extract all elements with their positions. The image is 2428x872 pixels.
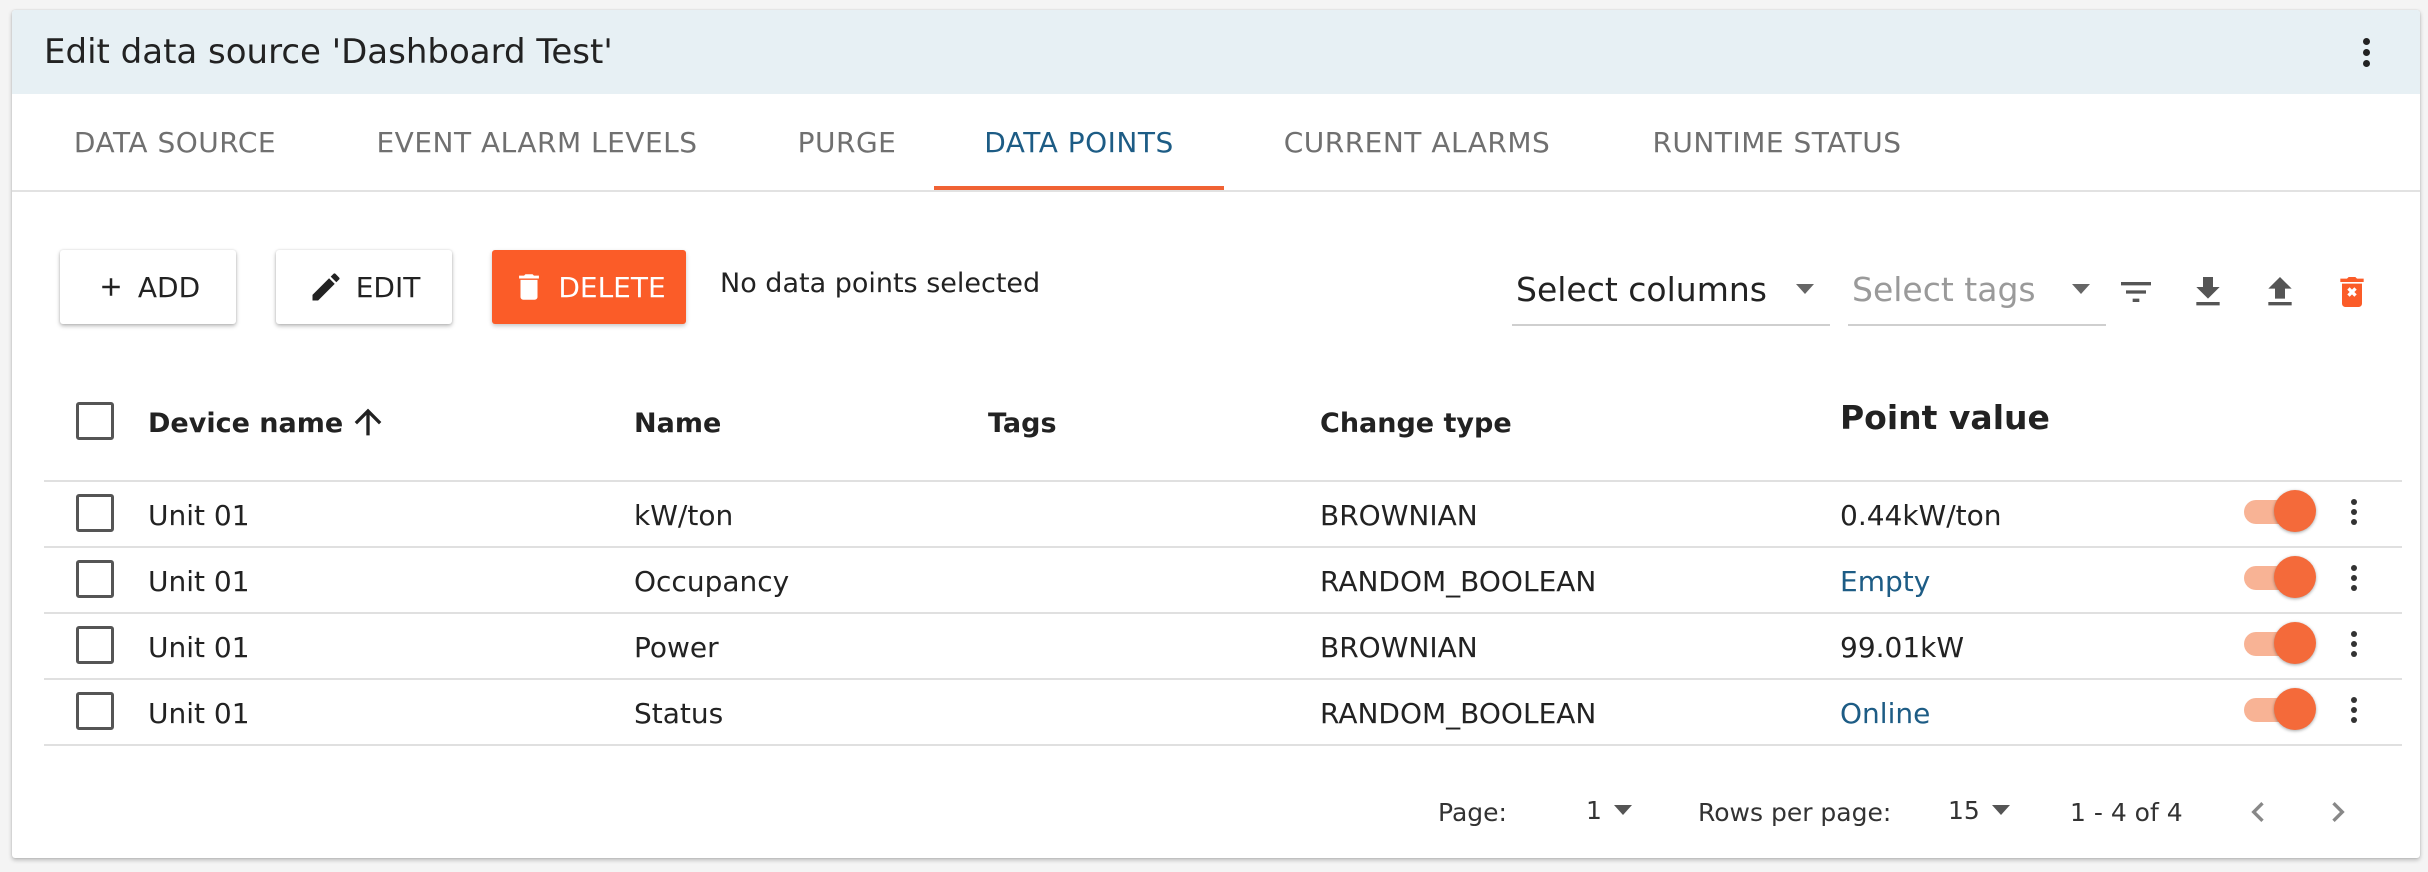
active-tab-indicator bbox=[934, 186, 1224, 190]
row-checkbox[interactable] bbox=[76, 560, 114, 598]
page-range: 1 - 4 of 4 bbox=[2070, 798, 2183, 827]
tab-purge[interactable]: PURGE bbox=[764, 94, 930, 190]
select-tags-dropdown[interactable]: Select tags bbox=[1848, 254, 2106, 326]
filter-icon[interactable] bbox=[2116, 272, 2156, 312]
enabled-toggle[interactable] bbox=[2244, 490, 2316, 532]
row-divider bbox=[44, 612, 2402, 614]
more-vert-icon[interactable] bbox=[2354, 32, 2378, 72]
row-checkbox[interactable] bbox=[76, 494, 114, 532]
cell-name: Occupancy bbox=[634, 565, 790, 598]
column-header-tags[interactable]: Tags bbox=[988, 408, 1057, 439]
rows-per-page-value: 15 bbox=[1948, 795, 1980, 825]
cell-device-name: Unit 01 bbox=[148, 631, 250, 664]
rows-per-page-select[interactable]: 15 bbox=[1948, 792, 2010, 828]
cell-point-value: Empty bbox=[1840, 565, 1931, 598]
delete-button-label: DELETE bbox=[558, 270, 666, 304]
tab-data-source[interactable]: DATA SOURCE bbox=[40, 94, 310, 190]
edit-button[interactable]: EDIT bbox=[276, 250, 452, 324]
column-header-point-value[interactable]: Point value bbox=[1840, 398, 2050, 437]
add-button[interactable]: ADD bbox=[60, 250, 236, 324]
column-header-change-type[interactable]: Change type bbox=[1320, 408, 1512, 439]
page-select[interactable]: 1 bbox=[1586, 792, 1632, 828]
row-menu-icon[interactable] bbox=[2342, 690, 2366, 730]
delete-button[interactable]: DELETE bbox=[492, 250, 686, 324]
cell-name: kW/ton bbox=[634, 499, 734, 532]
row-menu-icon[interactable] bbox=[2342, 492, 2366, 532]
edit-button-label: EDIT bbox=[355, 270, 421, 304]
page-value: 1 bbox=[1586, 795, 1602, 825]
trash-icon bbox=[512, 268, 546, 306]
cell-change-type: BROWNIAN bbox=[1320, 631, 1478, 664]
cell-name: Power bbox=[634, 631, 719, 664]
cell-change-type: RANDOM_BOOLEAN bbox=[1320, 565, 1597, 598]
chevron-down-icon bbox=[1796, 284, 1814, 294]
chevron-down-icon bbox=[2072, 284, 2090, 294]
page-label: Page: bbox=[1438, 798, 1507, 827]
row-checkbox[interactable] bbox=[76, 626, 114, 664]
chevron-down-icon bbox=[1613, 805, 1632, 815]
select-columns-dropdown[interactable]: Select columns bbox=[1512, 254, 1830, 326]
edit-data-source-card: Edit data source 'Dashboard Test' DATA S… bbox=[12, 10, 2420, 858]
tab-event-alarm-levels[interactable]: EVENT ALARM LEVELS bbox=[342, 94, 732, 190]
enabled-toggle[interactable] bbox=[2244, 622, 2316, 664]
select-all-checkbox[interactable] bbox=[76, 402, 114, 440]
pencil-icon bbox=[308, 269, 344, 305]
column-header-device-name[interactable]: Device name bbox=[148, 408, 343, 439]
column-header-name[interactable]: Name bbox=[634, 408, 721, 439]
selection-status: No data points selected bbox=[720, 268, 1041, 299]
tab-current-alarms[interactable]: CURRENT ALARMS bbox=[1252, 94, 1582, 190]
cell-point-value: Online bbox=[1840, 697, 1931, 730]
cell-point-value: 0.44kW/ton bbox=[1840, 499, 2002, 532]
cell-change-type: BROWNIAN bbox=[1320, 499, 1478, 532]
chevron-down-icon bbox=[1991, 805, 2010, 815]
select-tags-placeholder: Select tags bbox=[1852, 270, 2036, 309]
cell-point-value: 99.01kW bbox=[1840, 631, 1965, 664]
delete-all-icon[interactable] bbox=[2332, 272, 2372, 312]
cell-device-name: Unit 01 bbox=[148, 697, 250, 730]
add-icon bbox=[96, 272, 126, 302]
tab-bar: DATA SOURCE EVENT ALARM LEVELS PURGE DAT… bbox=[12, 94, 2420, 192]
cell-change-type: RANDOM_BOOLEAN bbox=[1320, 697, 1597, 730]
upload-icon[interactable] bbox=[2260, 272, 2300, 312]
rows-per-page-label: Rows per page: bbox=[1698, 798, 1892, 827]
card-header: Edit data source 'Dashboard Test' bbox=[12, 10, 2420, 94]
chevron-left-icon[interactable] bbox=[2238, 790, 2278, 834]
enabled-toggle[interactable] bbox=[2244, 688, 2316, 730]
row-checkbox[interactable] bbox=[76, 692, 114, 730]
header-divider bbox=[44, 480, 2402, 482]
sort-ascending-icon[interactable] bbox=[348, 400, 388, 444]
page-title: Edit data source 'Dashboard Test' bbox=[44, 32, 613, 72]
add-button-label: ADD bbox=[137, 270, 201, 304]
tab-data-points[interactable]: DATA POINTS bbox=[934, 94, 1224, 190]
download-icon[interactable] bbox=[2188, 272, 2228, 312]
row-divider bbox=[44, 678, 2402, 680]
cell-name: Status bbox=[634, 697, 724, 730]
cell-device-name: Unit 01 bbox=[148, 499, 250, 532]
chevron-right-icon[interactable] bbox=[2318, 790, 2358, 834]
row-divider bbox=[44, 546, 2402, 548]
row-menu-icon[interactable] bbox=[2342, 558, 2366, 598]
row-divider bbox=[44, 744, 2402, 746]
cell-device-name: Unit 01 bbox=[148, 565, 250, 598]
select-columns-value: Select columns bbox=[1516, 270, 1767, 309]
row-menu-icon[interactable] bbox=[2342, 624, 2366, 664]
tab-runtime-status[interactable]: RUNTIME STATUS bbox=[1612, 94, 1942, 190]
enabled-toggle[interactable] bbox=[2244, 556, 2316, 598]
